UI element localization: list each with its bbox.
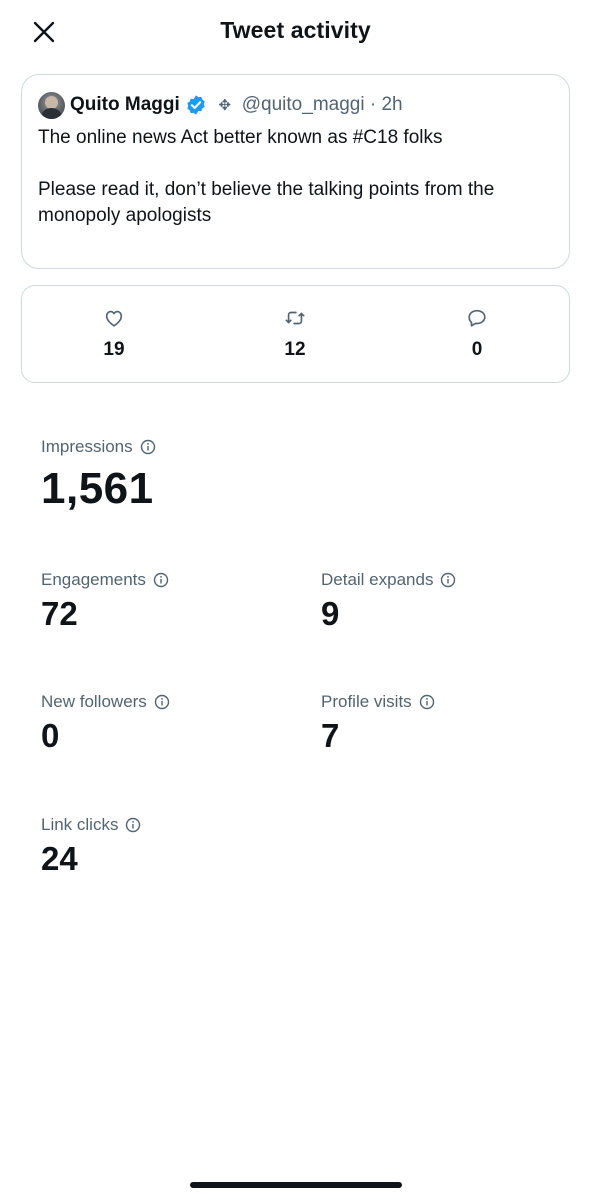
- home-indicator[interactable]: [190, 1182, 402, 1188]
- author-name[interactable]: Quito Maggi: [70, 94, 180, 116]
- emblem-icon: ✥: [218, 97, 232, 114]
- replies-stat[interactable]: 0: [437, 306, 517, 361]
- handle-and-time: @quito_maggi · 2h: [241, 94, 403, 115]
- info-icon[interactable]: [419, 694, 435, 710]
- profile-visits-metric: Profile visits 7: [321, 691, 435, 755]
- detail-expands-label: Detail expands: [321, 570, 434, 589]
- avatar[interactable]: [38, 91, 65, 119]
- link-clicks-label: Link clicks: [41, 815, 119, 834]
- retweets-stat[interactable]: 12: [255, 306, 335, 361]
- profile-visits-value: 7: [321, 717, 340, 754]
- info-icon[interactable]: [153, 572, 169, 588]
- info-icon[interactable]: [125, 817, 141, 833]
- info-icon[interactable]: [440, 572, 456, 588]
- link-clicks-metric: Link clicks 24: [41, 814, 141, 878]
- new-followers-value: 0: [41, 717, 60, 754]
- impressions-label: Impressions: [41, 437, 133, 456]
- engagements-label: Engagements: [41, 570, 146, 589]
- tweet-card[interactable]: Quito Maggi ✥ @quito_maggi · 2h The onli…: [21, 74, 570, 269]
- likes-stat[interactable]: 19: [74, 306, 154, 361]
- engagements-metric: Engagements 72: [41, 569, 169, 633]
- detail-expands-metric: Detail expands 9: [321, 569, 456, 633]
- likes-count: 19: [103, 339, 125, 360]
- reply-icon: [465, 306, 489, 330]
- retweets-count: 12: [284, 339, 306, 360]
- detail-expands-value: 9: [321, 595, 340, 632]
- link-clicks-value: 24: [41, 840, 78, 877]
- verified-badge-icon: [185, 94, 207, 116]
- engagements-value: 72: [41, 595, 78, 632]
- new-followers-label: New followers: [41, 692, 147, 711]
- heart-icon: [102, 306, 126, 330]
- impressions-metric: Impressions 1,561: [41, 436, 156, 514]
- page-title: Tweet activity: [220, 17, 371, 43]
- impressions-value: 1,561: [41, 464, 154, 513]
- new-followers-metric: New followers 0: [41, 691, 170, 755]
- tweet-header: Quito Maggi ✥ @quito_maggi · 2h: [38, 91, 553, 119]
- info-icon[interactable]: [154, 694, 170, 710]
- profile-visits-label: Profile visits: [321, 692, 412, 711]
- tweet-text: The online news Act better known as #C18…: [38, 127, 495, 226]
- engagement-summary: 19 12 0: [21, 285, 570, 383]
- replies-count: 0: [471, 339, 483, 360]
- info-icon[interactable]: [140, 439, 156, 455]
- header: Tweet activity: [0, 0, 591, 62]
- retweet-icon: [283, 306, 307, 330]
